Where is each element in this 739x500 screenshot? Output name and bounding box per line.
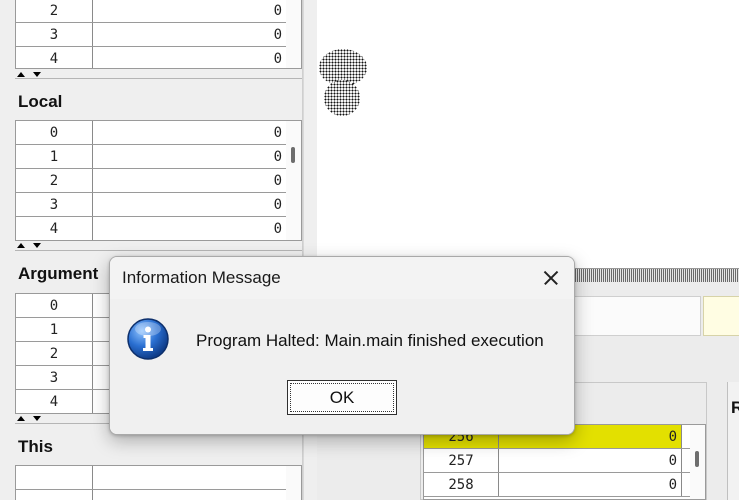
expand-down-icon[interactable] — [33, 72, 41, 77]
expand-up-icon[interactable] — [17, 243, 25, 248]
dialog-titlebar[interactable]: Information Message — [110, 257, 574, 299]
close-icon[interactable] — [528, 257, 574, 299]
dialog-body: Program Halted: Main.main finished execu… — [110, 299, 574, 434]
address-cell: 2 — [16, 0, 93, 22]
address-cell — [16, 490, 93, 500]
expand-up-icon[interactable] — [17, 72, 25, 77]
expand-down-icon[interactable] — [33, 243, 41, 248]
scrollbar[interactable] — [286, 121, 301, 240]
input-field[interactable] — [560, 296, 701, 336]
dialog-title: Information Message — [122, 268, 281, 287]
right-panel-title: R — [731, 398, 739, 417]
screen-bottom-edge — [575, 268, 739, 282]
address-cell — [16, 466, 93, 489]
value-cell[interactable]: 0 — [93, 0, 287, 22]
static-segment-table: 20 30 40 — [15, 0, 302, 69]
dialog-message: Program Halted: Main.main finished execu… — [196, 331, 544, 350]
value-cell[interactable]: 0 — [93, 47, 287, 68]
scrollbar-thumb[interactable] — [695, 451, 699, 467]
argument-segment-title: Argument — [18, 264, 99, 283]
left-edge-strip — [0, 0, 11, 500]
address-cell: 2 — [16, 169, 93, 192]
divider — [15, 250, 302, 251]
table-row[interactable]: 40 — [16, 217, 301, 240]
this-segment-table — [15, 465, 302, 500]
scrollbar[interactable] — [690, 425, 705, 499]
address-cell: 0 — [16, 294, 93, 317]
address-cell: 1 — [16, 318, 93, 341]
expand-down-icon[interactable] — [33, 416, 41, 421]
this-segment-title: This — [18, 437, 53, 456]
information-message-dialog: Information Message Program Halted: Main… — [109, 256, 575, 435]
value-cell[interactable]: 0 — [93, 145, 287, 168]
address-cell: 258 — [424, 473, 499, 496]
value-cell[interactable]: 0 — [93, 121, 287, 144]
value-cell[interactable]: 0 — [93, 169, 287, 192]
expand-up-icon[interactable] — [17, 416, 25, 421]
ok-button[interactable]: OK — [287, 380, 397, 415]
value-cell[interactable]: 0 — [93, 23, 287, 46]
screen-pixel-blob — [324, 80, 360, 116]
highlighted-field[interactable] — [703, 296, 739, 336]
table-row[interactable]: 20 — [16, 169, 301, 193]
local-segment-title: Local — [18, 92, 63, 111]
address-cell: 0 — [16, 121, 93, 144]
address-cell: 4 — [16, 390, 93, 413]
table-row[interactable] — [16, 490, 301, 500]
address-cell: 3 — [16, 193, 93, 216]
table-row[interactable]: 258 0 — [424, 473, 705, 497]
value-cell[interactable]: 0 — [93, 217, 287, 240]
table-row[interactable]: 00 — [16, 121, 301, 145]
table-row[interactable]: 30 — [16, 23, 301, 47]
table-row[interactable]: 20 — [16, 0, 301, 23]
info-icon — [127, 318, 169, 360]
divider — [15, 78, 302, 79]
value-cell[interactable] — [93, 490, 287, 500]
address-cell: 3 — [16, 366, 93, 389]
table-row[interactable] — [16, 466, 301, 490]
table-row[interactable]: 10 — [16, 145, 301, 169]
value-cell[interactable] — [93, 466, 287, 489]
address-cell: 1 — [16, 145, 93, 168]
address-cell: 4 — [16, 217, 93, 240]
table-row[interactable]: 30 — [16, 193, 301, 217]
address-cell: 3 — [16, 23, 93, 46]
table-row[interactable]: 40 — [16, 47, 301, 68]
scrollbar[interactable] — [286, 466, 301, 500]
ram-table: 256 0 257 0 258 0 — [423, 424, 706, 500]
address-cell: 2 — [16, 342, 93, 365]
scrollbar[interactable] — [286, 0, 301, 68]
value-cell[interactable]: 0 — [499, 473, 682, 496]
table-row[interactable]: 257 0 — [424, 449, 705, 473]
local-segment-table: 00 10 20 30 40 — [15, 120, 302, 241]
address-cell: 257 — [424, 449, 499, 472]
value-cell[interactable]: 0 — [499, 449, 682, 472]
address-cell: 4 — [16, 47, 93, 68]
value-cell[interactable]: 0 — [93, 193, 287, 216]
scrollbar-thumb[interactable] — [291, 147, 295, 163]
